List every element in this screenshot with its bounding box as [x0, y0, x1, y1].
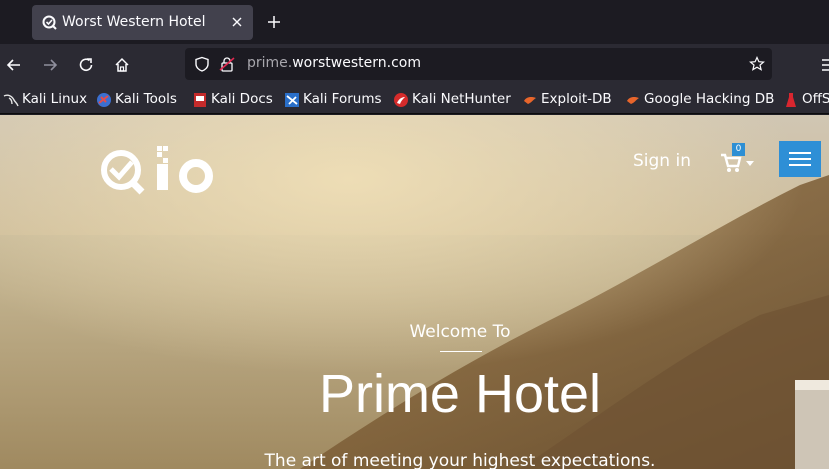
hero-divider	[440, 351, 482, 352]
shopping-cart-icon[interactable]	[720, 153, 742, 173]
hamburger-bar	[789, 164, 811, 166]
kali-forums-icon	[285, 93, 299, 107]
app-menu-icon[interactable]	[822, 56, 829, 74]
bookmark-label: Kali NetHunter	[412, 91, 511, 107]
bookmarks-toolbar: Kali Linux Kali Tools Kali Docs Kali For…	[0, 86, 829, 114]
exploit-db-icon	[524, 97, 536, 104]
kali-nethunter-icon	[394, 93, 408, 107]
kali-docs-icon	[194, 93, 206, 107]
bookmark-label: Exploit-DB	[541, 91, 612, 107]
bookmark-label: Kali Tools	[115, 91, 177, 107]
kali-tools-icon	[97, 93, 111, 107]
insecure-lock-icon[interactable]	[219, 56, 235, 72]
caret-down-icon[interactable]	[746, 161, 754, 166]
bookmark-kali-nethunter[interactable]: Kali NetHunter	[393, 91, 515, 109]
bookmark-kali-linux[interactable]: Kali Linux	[3, 91, 87, 109]
cart-count-badge: 0	[732, 143, 745, 156]
qlo-logo-icon	[101, 146, 213, 195]
navigation-toolbar: prime.worstwestern.com	[0, 44, 829, 86]
reload-icon[interactable]	[77, 56, 95, 74]
url-text: prime.worstwestern.com	[247, 55, 421, 71]
bookmark-label: OffS	[802, 91, 829, 107]
hamburger-bar	[789, 152, 811, 154]
sign-in-link[interactable]: Sign in	[633, 151, 691, 171]
hotel-landing-page: Sign in 0 Welcome To Prime Hotel The art…	[0, 115, 829, 469]
tab-strip: Worst Western Hotel	[0, 0, 829, 44]
bookmark-offsec[interactable]: OffS	[783, 91, 829, 109]
tab-title: Worst Western Hotel	[62, 14, 206, 30]
menu-toggle-button[interactable]	[779, 141, 821, 177]
kali-dragon-icon	[3, 94, 19, 107]
bookmark-kali-forums[interactable]: Kali Forums	[284, 91, 384, 109]
hero-title: Prime Hotel	[318, 364, 602, 424]
url-subdomain: prime.	[247, 55, 293, 71]
hero-tagline: The art of meeting your highest expectat…	[264, 451, 656, 469]
bookmark-star-icon[interactable]	[749, 56, 765, 72]
back-icon[interactable]	[5, 56, 23, 74]
ghdb-icon	[627, 97, 639, 104]
bookmark-label: Google Hacking DB	[644, 91, 775, 107]
close-tab-icon[interactable]	[229, 14, 245, 30]
url-domain: worstwestern.com	[292, 55, 421, 71]
bookmark-label: Kali Forums	[303, 91, 382, 107]
bookmark-label: Kali Linux	[22, 91, 88, 107]
home-icon[interactable]	[113, 56, 131, 74]
new-tab-icon[interactable]	[266, 14, 282, 30]
tab-active[interactable]: Worst Western Hotel	[32, 5, 253, 40]
site-favicon-icon	[42, 15, 57, 30]
bookmark-kali-tools[interactable]: Kali Tools	[96, 91, 184, 109]
hero-welcome-text: Welcome To	[409, 322, 511, 342]
address-bar[interactable]: prime.worstwestern.com	[185, 48, 772, 80]
bookmark-kali-docs[interactable]: Kali Docs	[192, 91, 276, 109]
offsec-icon	[786, 93, 796, 107]
bookmark-label: Kali Docs	[211, 91, 273, 107]
hamburger-bar	[789, 158, 811, 160]
bookmark-exploit-db[interactable]: Exploit-DB	[522, 91, 616, 109]
tracking-protection-shield-icon[interactable]	[194, 56, 210, 72]
bookmark-google-hacking-db[interactable]: Google Hacking DB	[625, 91, 775, 109]
forward-icon[interactable]	[41, 56, 59, 74]
